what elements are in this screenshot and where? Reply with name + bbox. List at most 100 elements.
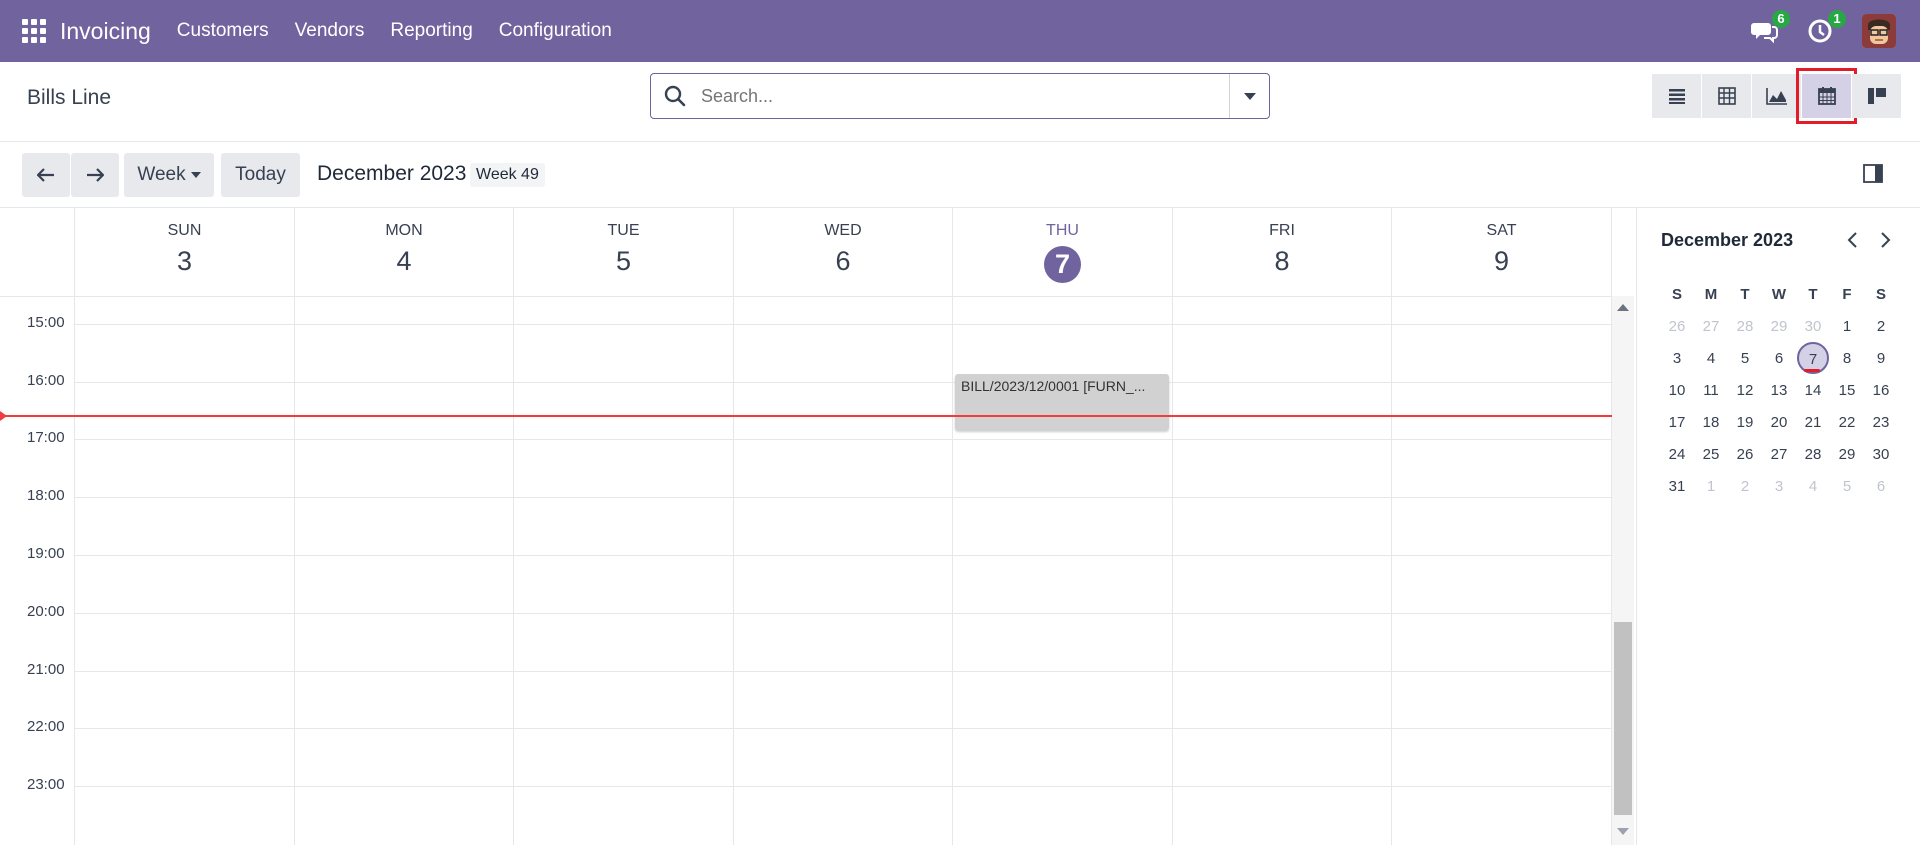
hour-line — [74, 613, 1612, 614]
menu-reporting[interactable]: Reporting — [390, 20, 472, 42]
mini-day[interactable]: 6 — [1762, 342, 1796, 374]
mini-day[interactable]: 14 — [1796, 374, 1830, 406]
day-header-tue[interactable]: TUE 5 — [513, 208, 733, 296]
pivot-view-button[interactable] — [1702, 74, 1751, 118]
mini-day[interactable]: 12 — [1728, 374, 1762, 406]
mini-day[interactable]: 28 — [1796, 438, 1830, 470]
mini-day[interactable]: 18 — [1694, 406, 1728, 438]
scroll-thumb[interactable] — [1614, 622, 1632, 815]
mini-day[interactable]: 30 — [1796, 310, 1830, 342]
mini-day[interactable]: 29 — [1762, 310, 1796, 342]
mini-day[interactable]: 22 — [1830, 406, 1864, 438]
day-header-fri[interactable]: FRI 8 — [1172, 208, 1391, 296]
mini-day[interactable]: 29 — [1830, 438, 1864, 470]
week-grid: SUN 3 MON 4 TUE 5 WED 6 THU 7 FRI 8 SAT … — [0, 208, 1634, 845]
day-number: 3 — [176, 246, 193, 276]
mini-day[interactable]: 2 — [1864, 310, 1898, 342]
messages-icon[interactable]: 6 — [1750, 10, 1790, 45]
chevron-left-icon[interactable] — [1843, 230, 1863, 250]
menu-customers[interactable]: Customers — [177, 20, 269, 42]
event-indicator — [1804, 369, 1820, 372]
mini-day[interactable]: 6 — [1864, 470, 1898, 502]
header-divider — [0, 296, 1612, 297]
mini-day[interactable]: 26 — [1660, 310, 1694, 342]
search-input[interactable] — [701, 85, 1201, 107]
mini-day[interactable]: 1 — [1694, 470, 1728, 502]
next-button[interactable] — [71, 153, 119, 197]
mini-day[interactable]: 26 — [1728, 438, 1762, 470]
mini-day[interactable]: 24 — [1660, 438, 1694, 470]
calendar-event[interactable]: BILL/2023/12/0001 [FURN_... — [955, 374, 1169, 430]
mini-day[interactable]: 4 — [1796, 470, 1830, 502]
mini-day[interactable]: 27 — [1694, 310, 1728, 342]
day-number: 5 — [615, 246, 632, 276]
day-header-thu[interactable]: THU 7 — [952, 208, 1172, 296]
mini-day[interactable]: 21 — [1796, 406, 1830, 438]
search-options-toggle[interactable] — [1229, 74, 1269, 118]
app-name[interactable]: Invoicing — [60, 18, 151, 45]
day-header-mon[interactable]: MON 4 — [294, 208, 513, 296]
mini-day[interactable]: 19 — [1728, 406, 1762, 438]
today-button[interactable]: Today — [221, 153, 300, 197]
mini-day[interactable]: 5 — [1728, 342, 1762, 374]
mini-day[interactable]: 15 — [1830, 374, 1864, 406]
menu-configuration[interactable]: Configuration — [499, 20, 612, 42]
scale-dropdown[interactable]: Week — [124, 153, 214, 197]
search-icon — [664, 85, 686, 107]
mini-day[interactable]: 17 — [1660, 406, 1694, 438]
pivot-table-icon — [1717, 87, 1736, 105]
mini-day[interactable]: 1 — [1830, 310, 1864, 342]
mini-day[interactable]: 30 — [1864, 438, 1898, 470]
previous-button[interactable] — [22, 153, 70, 197]
mini-day[interactable]: 16 — [1864, 374, 1898, 406]
mini-day[interactable]: 5 — [1830, 470, 1864, 502]
mini-day[interactable]: 4 — [1694, 342, 1728, 374]
calendar-icon — [1817, 87, 1836, 105]
mini-day[interactable]: 13 — [1762, 374, 1796, 406]
mini-day[interactable]: 28 — [1728, 310, 1762, 342]
scroll-down-arrow[interactable] — [1617, 828, 1629, 835]
mini-day[interactable]: 2 — [1728, 470, 1762, 502]
hour-line — [74, 324, 1612, 325]
apps-menu-icon[interactable] — [22, 19, 46, 43]
scrollbar[interactable] — [1612, 296, 1634, 845]
mini-day[interactable]: 20 — [1762, 406, 1796, 438]
mini-day[interactable]: 25 — [1694, 438, 1728, 470]
list-view-button[interactable] — [1652, 74, 1701, 118]
menu-vendors[interactable]: Vendors — [295, 20, 365, 42]
mini-day[interactable]: 10 — [1660, 374, 1694, 406]
hour-line — [74, 555, 1612, 556]
mini-day[interactable]: 9 — [1864, 342, 1898, 374]
hour-line — [74, 497, 1612, 498]
mini-calendar-grid: S M T W T F S 26 27 28 29 30 1 2 3 4 5 6… — [1660, 278, 1898, 502]
list-icon — [1668, 89, 1685, 104]
mini-day[interactable]: 3 — [1660, 342, 1694, 374]
sidebar-toggle-icon[interactable] — [1863, 164, 1885, 184]
activities-clock-icon[interactable]: 1 — [1806, 10, 1846, 45]
scroll-up-arrow[interactable] — [1617, 304, 1629, 311]
weekday-label: T — [1740, 285, 1750, 303]
hour-line — [74, 671, 1612, 672]
time-label: 23:00 — [27, 776, 65, 793]
kanban-view-button[interactable] — [1852, 74, 1901, 118]
mini-day[interactable]: 11 — [1694, 374, 1728, 406]
mini-day[interactable]: 3 — [1762, 470, 1796, 502]
mini-day[interactable]: 8 — [1830, 342, 1864, 374]
chevron-right-icon[interactable] — [1875, 230, 1895, 250]
mini-day[interactable]: 23 — [1864, 406, 1898, 438]
column-divider — [294, 296, 295, 845]
search-bar[interactable] — [650, 73, 1270, 119]
hour-line — [74, 786, 1612, 787]
mini-day[interactable]: 31 — [1660, 470, 1694, 502]
day-name: MON — [385, 222, 423, 239]
day-number: 8 — [1274, 246, 1290, 276]
day-header-wed[interactable]: WED 6 — [733, 208, 952, 296]
calendar-view-button[interactable] — [1796, 68, 1857, 124]
day-header-sun[interactable]: SUN 3 — [74, 208, 294, 296]
mini-day[interactable]: 27 — [1762, 438, 1796, 470]
graph-view-button[interactable] — [1752, 74, 1801, 118]
weekday-label: W — [1771, 285, 1787, 303]
user-avatar[interactable] — [1862, 14, 1896, 48]
day-header-sat[interactable]: SAT 9 — [1391, 208, 1611, 296]
column-divider — [1172, 296, 1173, 845]
